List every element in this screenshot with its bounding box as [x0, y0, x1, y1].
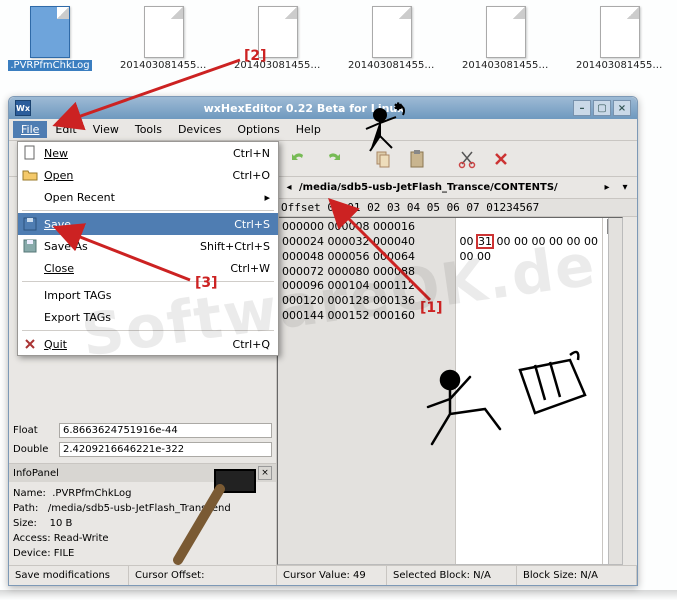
double-label: Double [13, 444, 55, 455]
desktop-file[interactable]: 20140308145501.ckf [124, 6, 204, 71]
menu-devices[interactable]: Devices [170, 121, 229, 138]
menu-file[interactable]: File [13, 121, 47, 138]
menu-view[interactable]: View [85, 121, 127, 138]
ip-name-label: Name: [13, 488, 46, 499]
folder-open-icon [22, 167, 38, 183]
float-label: Float [13, 425, 55, 436]
tb-cut-icon[interactable] [453, 145, 481, 173]
save-as-icon [22, 238, 38, 254]
menu-separator [22, 210, 274, 211]
ip-size-label: Size: [13, 518, 37, 529]
selected-byte[interactable]: 31 [477, 235, 493, 248]
double-input[interactable] [59, 442, 272, 457]
vertical-scrollbar[interactable] [608, 218, 622, 564]
menu-options[interactable]: Options [229, 121, 287, 138]
file-path: /media/sdb5-usb-JetFlash_Transce/CONTENT… [299, 182, 597, 193]
menu-save-as[interactable]: Save AsShift+Ctrl+S [18, 235, 278, 257]
ip-name: .PVRPfmChkLog [52, 488, 131, 499]
menu-close[interactable]: CloseCtrl+W [18, 257, 278, 279]
menu-open[interactable]: OpenCtrl+O [18, 164, 278, 186]
menu-export-tags[interactable]: Export TAGs [18, 306, 278, 328]
desktop-file[interactable]: 20140308145501.inf [352, 6, 432, 71]
menu-import-tags[interactable]: Import TAGs [18, 284, 278, 306]
info-panel: InfoPanel × Name: .PVRPfmChkLog Path: /m… [9, 463, 276, 565]
ip-access-label: Access: [13, 533, 51, 544]
status-cursor-offset: Cursor Offset: [129, 566, 277, 585]
file-menu-dropdown: NewCtrl+N OpenCtrl+O Open Recent▸ SaveCt… [17, 141, 279, 356]
menu-save[interactable]: SaveCtrl+S [18, 213, 278, 235]
path-prev-icon[interactable]: ◂ [281, 182, 297, 193]
status-block-size: Block Size: N/A [517, 566, 637, 585]
minimize-button[interactable]: – [573, 100, 591, 116]
hex-data[interactable]: 00 31 00 00 00 00 00 00 00 00 [456, 218, 602, 564]
hex-editor[interactable]: 000000 000008 000016 000024 000032 00004… [277, 217, 623, 565]
ip-path-label: Path: [13, 503, 38, 514]
menu-new[interactable]: NewCtrl+N [18, 142, 278, 164]
tb-copy-icon[interactable] [369, 145, 397, 173]
double-field-row: Double [9, 440, 276, 459]
save-icon [22, 216, 38, 232]
float-input[interactable] [59, 423, 272, 438]
new-doc-icon [22, 145, 38, 161]
tb-undo-icon[interactable] [285, 145, 313, 173]
titlebar[interactable]: Wx wxHexEditor 0.22 Beta for Linux – ▢ × [9, 97, 637, 119]
tb-redo-icon[interactable] [319, 145, 347, 173]
desktop-file[interactable]: 20140308145501.enc [238, 6, 318, 71]
menu-tools[interactable]: Tools [127, 121, 170, 138]
offset-column: 000000 000008 000016 000024 000032 00004… [278, 218, 456, 564]
menu-open-recent[interactable]: Open Recent▸ [18, 186, 278, 208]
close-button[interactable]: × [613, 100, 631, 116]
ip-device: FILE [54, 548, 75, 559]
info-panel-close-icon[interactable]: × [258, 466, 272, 480]
menu-quit[interactable]: QuitCtrl+Q [18, 333, 278, 355]
ip-device-label: Device: [13, 548, 51, 559]
menu-separator [22, 330, 274, 331]
statusbar: Save modifications Cursor Offset: Cursor… [9, 565, 637, 585]
status-cursor-value: Cursor Value: 49 [277, 566, 387, 585]
menubar: File Edit View Tools Devices Options Hel… [9, 119, 637, 141]
desktop-file[interactable]: .PVRPfmChkLog [10, 6, 90, 71]
status-selected-block: Selected Block: N/A [387, 566, 517, 585]
menu-separator [22, 281, 274, 282]
ip-access: Read-Write [54, 533, 109, 544]
path-next-icon[interactable]: ▸ [599, 182, 615, 193]
status-save: Save modifications [9, 566, 129, 585]
window-title: wxHexEditor 0.22 Beta for Linux [37, 102, 571, 115]
tb-paste-icon[interactable] [403, 145, 431, 173]
app-icon: Wx [15, 100, 31, 116]
path-dropdown-icon[interactable]: ▾ [617, 182, 633, 193]
desktop-file[interactable]: 20140308145501.mdb [466, 6, 546, 71]
hex-panel: ◂ /media/sdb5-usb-JetFlash_Transce/CONTE… [277, 177, 637, 565]
hex-header: Offset 00 01 02 03 04 05 06 07 01234567 [277, 199, 637, 217]
desktop-file-row: .PVRPfmChkLog 20140308145501.ckf 2014030… [0, 0, 677, 77]
maximize-button[interactable]: ▢ [593, 100, 611, 116]
tb-delete-icon[interactable] [487, 145, 515, 173]
ip-size: 10 B [50, 518, 73, 529]
float-field-row: Float [9, 421, 276, 440]
info-panel-title: InfoPanel [13, 468, 59, 479]
app-window: Wx wxHexEditor 0.22 Beta for Linux – ▢ ×… [8, 96, 638, 586]
menu-help[interactable]: Help [288, 121, 329, 138]
quit-icon [22, 336, 38, 352]
menu-edit[interactable]: Edit [47, 121, 84, 138]
ip-path: /media/sdb5-usb-JetFlash_Transcend [48, 503, 231, 514]
desktop-file[interactable]: 20140308145501.nta [580, 6, 660, 71]
